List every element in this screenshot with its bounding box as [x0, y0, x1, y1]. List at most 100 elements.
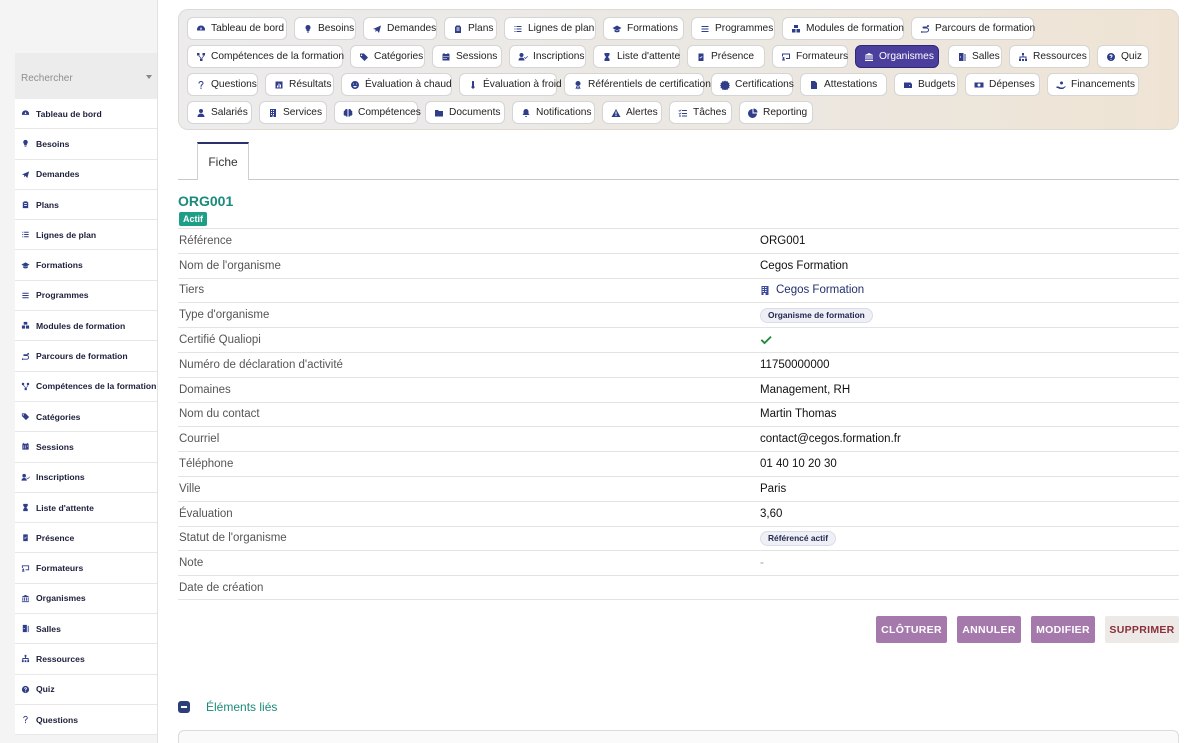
- sidebar-item-parcours-de-formation[interactable]: Parcours de formation: [15, 341, 157, 372]
- field-value: Référencé actif: [760, 530, 837, 546]
- field-label: Référence: [179, 234, 233, 247]
- route-icon: [920, 24, 930, 34]
- list-icon: [513, 24, 523, 34]
- tab-bar: Fiche: [178, 142, 1179, 180]
- nav-chip-besoins[interactable]: Besoins: [294, 17, 356, 40]
- supprimer-button[interactable]: SUPPRIMER: [1105, 616, 1179, 643]
- question-icon: [21, 715, 30, 724]
- door-icon: [21, 624, 30, 633]
- hand-holding-icon: [1056, 80, 1066, 90]
- nav-chip-evaluation-a-froid[interactable]: Évaluation à froid: [459, 73, 562, 96]
- sidebar-item-organismes[interactable]: Organismes: [15, 583, 157, 615]
- hourglass-icon: [21, 503, 30, 512]
- nav-chip-demandes[interactable]: Demandes: [363, 17, 437, 40]
- field-label: Certifié Qualiopi: [179, 334, 261, 347]
- field-value: -: [760, 557, 764, 570]
- sidebar-item-quiz[interactable]: Quiz: [15, 674, 157, 705]
- sidebar-item-label: Formations: [36, 260, 83, 271]
- nav-chip-modules-de-formation[interactable]: Modules de formation: [782, 17, 904, 40]
- brain-icon: [343, 108, 353, 118]
- nav-chip-financements[interactable]: Financements: [1047, 73, 1139, 96]
- nav-chip-label: Tâches: [693, 107, 727, 118]
- nav-chip-services[interactable]: Services: [259, 101, 327, 124]
- nav-chip-label: Salles: [972, 51, 1000, 62]
- field-label: Téléphone: [179, 458, 234, 471]
- nav-chip-reporting[interactable]: Reporting: [739, 101, 813, 124]
- sidebar-item-liste-d-attente[interactable]: Liste d'attente: [15, 492, 157, 524]
- nav-chip-referentiels-de-certification[interactable]: Référentiels de certification: [564, 73, 711, 96]
- nav-chip-programmes[interactable]: Programmes: [691, 17, 775, 40]
- linked-items-header[interactable]: Éléments liés: [178, 700, 277, 714]
- sidebar-item-competences-de-la-formation[interactable]: Compétences de la formation: [15, 371, 157, 402]
- nav-chip-salaries[interactable]: Salariés: [187, 101, 252, 124]
- nav-chip-alertes[interactable]: Alertes: [602, 101, 662, 124]
- nav-chip-label: Dépenses: [989, 79, 1035, 90]
- nav-chip-budgets[interactable]: Budgets: [894, 73, 958, 96]
- nav-chip-tableau-de-bord[interactable]: Tableau de bord: [187, 17, 287, 40]
- nav-chip-attestations[interactable]: Attestations: [800, 73, 887, 96]
- nav-chip-questions[interactable]: Questions: [187, 73, 258, 96]
- sidebar-item-formations[interactable]: Formations: [15, 250, 157, 281]
- linked-items-title: Éléments liés: [206, 700, 278, 714]
- nav-chip-notifications[interactable]: Notifications: [512, 101, 595, 124]
- sidebar-item-plans[interactable]: Plans: [15, 189, 157, 221]
- sidebar-item-demandes[interactable]: Demandes: [15, 159, 157, 190]
- user-check-icon: [21, 473, 30, 482]
- tab-fiche[interactable]: Fiche: [197, 142, 249, 180]
- cloturer-button[interactable]: CLÔTURER: [876, 616, 947, 643]
- nav-chip-parcours-de-formation[interactable]: Parcours de formation: [911, 17, 1036, 40]
- modifier-button[interactable]: MODIFIER: [1031, 616, 1095, 643]
- nav-chip-formations[interactable]: Formations: [603, 17, 684, 40]
- sidebar-item-modules-de-formation[interactable]: Modules de formation: [15, 311, 157, 342]
- smile-icon: [350, 80, 360, 90]
- route-icon: [21, 352, 30, 361]
- field-value: 01 40 10 20 30: [760, 458, 837, 471]
- sidebar-item-lignes-de-plan[interactable]: Lignes de plan: [15, 220, 157, 251]
- nav-chip-evaluation-a-chaud[interactable]: Évaluation à chaud: [341, 73, 452, 96]
- nav-chip-ressources[interactable]: Ressources: [1009, 45, 1090, 68]
- sidebar-menu: Tableau de bord Besoins Demandes Plans Ligne…: [15, 99, 157, 736]
- sidebar-item-sessions[interactable]: Sessions: [15, 432, 157, 463]
- annuler-button[interactable]: ANNULER: [957, 616, 1021, 643]
- field-label: Numéro de déclaration d'activité: [179, 358, 343, 371]
- calendar-icon: [441, 52, 451, 62]
- nav-chip-presence[interactable]: Présence: [687, 45, 765, 68]
- sidebar-item-programmes[interactable]: Programmes: [15, 280, 157, 312]
- nav-chip-competences-de-la-formation[interactable]: Compétences de la formation: [187, 45, 344, 68]
- nav-chip-plans[interactable]: Plans: [444, 17, 497, 40]
- nav-chip-sessions[interactable]: Sessions: [432, 45, 502, 68]
- nav-chip-lignes-de-plan[interactable]: Lignes de plan: [504, 17, 596, 40]
- detail-row: Courriel contact@cegos.formation.fr: [178, 426, 1179, 451]
- nav-chip-label: Parcours de formation: [935, 23, 1036, 34]
- nav-chip-taches[interactable]: Tâches: [669, 101, 732, 124]
- sidebar-item-inscriptions[interactable]: Inscriptions: [15, 462, 157, 493]
- nav-chip-certifications[interactable]: Certifications: [711, 73, 794, 96]
- sidebar-item-formateurs[interactable]: Formateurs: [15, 553, 157, 584]
- caret-down-icon[interactable]: [146, 75, 152, 79]
- sidebar-item-besoins[interactable]: Besoins: [15, 129, 157, 160]
- nav-chip-documents[interactable]: Documents: [425, 101, 505, 124]
- nav-chip-salles[interactable]: Salles: [948, 45, 1002, 68]
- nav-chip-quiz[interactable]: Quiz: [1097, 45, 1149, 68]
- sidebar-item-presence[interactable]: Présence: [15, 523, 157, 554]
- tiers-link[interactable]: Cegos Formation: [760, 284, 864, 296]
- sidebar-item-salles[interactable]: Salles: [15, 614, 157, 645]
- nav-chip-organismes[interactable]: Organismes: [855, 45, 939, 68]
- nav-chip-depenses[interactable]: Dépenses: [965, 73, 1040, 96]
- nav-chip-competences[interactable]: Compétences: [334, 101, 421, 124]
- nav-chip-categories[interactable]: Catégories: [350, 45, 425, 68]
- lightbulb-icon: [21, 139, 30, 148]
- sidebar-item-categories[interactable]: Catégories: [15, 401, 157, 433]
- paper-plane-icon: [21, 170, 30, 179]
- detail-row: Téléphone 01 40 10 20 30: [178, 451, 1179, 476]
- nav-chip-inscriptions[interactable]: Inscriptions: [509, 45, 586, 68]
- search-input[interactable]: [21, 73, 141, 84]
- sidebar-item-questions[interactable]: Questions: [15, 704, 157, 736]
- sidebar-item-ressources[interactable]: Ressources: [15, 644, 157, 675]
- nav-chip-formateurs[interactable]: Formateurs: [772, 45, 848, 68]
- sidebar-item-tableau-de-bord[interactable]: Tableau de bord: [15, 99, 157, 130]
- nav-chip-liste-d-attente[interactable]: Liste d'attente: [593, 45, 680, 68]
- collapse-icon[interactable]: [178, 701, 190, 713]
- nav-chip-resultats[interactable]: Résultats: [265, 73, 334, 96]
- warning-icon: [611, 108, 621, 118]
